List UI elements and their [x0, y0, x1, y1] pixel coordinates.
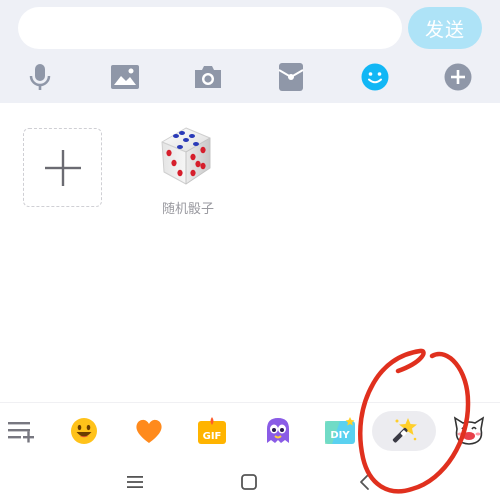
system-nav-bar: [0, 460, 500, 503]
smiley-face-icon[interactable]: [66, 413, 102, 449]
emoji-icon[interactable]: [359, 61, 391, 93]
plus-icon: [44, 149, 81, 186]
svg-text:GIF: GIF: [203, 431, 222, 442]
composer-area: 发送: [0, 0, 500, 103]
purple-monster-icon[interactable]: [260, 413, 296, 449]
random-dice-sticker[interactable]: [152, 124, 222, 190]
diy-icon[interactable]: DIY: [322, 413, 358, 449]
message-input[interactable]: [18, 7, 402, 49]
dice-icon: [161, 127, 211, 185]
red-packet-icon[interactable]: [275, 61, 307, 93]
home-square-icon[interactable]: [229, 466, 269, 498]
back-chevron-icon[interactable]: [345, 466, 385, 498]
image-icon[interactable]: [109, 61, 141, 93]
microphone-icon[interactable]: [24, 61, 56, 93]
cartoon-cat-icon[interactable]: [451, 413, 487, 449]
send-button[interactable]: 发送: [408, 7, 482, 49]
plus-icon[interactable]: [442, 61, 474, 93]
list-add-icon[interactable]: [3, 413, 39, 449]
svg-text:DIY: DIY: [330, 430, 350, 441]
heart-icon[interactable]: [131, 413, 167, 449]
magic-wand-icon[interactable]: [386, 413, 422, 449]
emoji-tab-bar: GIF DIY: [0, 402, 500, 458]
add-sticker-button[interactable]: [23, 128, 102, 207]
camera-icon[interactable]: [192, 61, 224, 93]
menu-icon[interactable]: [115, 466, 155, 498]
dice-label: 随机骰子: [161, 202, 214, 217]
gif-icon[interactable]: GIF: [194, 413, 230, 449]
